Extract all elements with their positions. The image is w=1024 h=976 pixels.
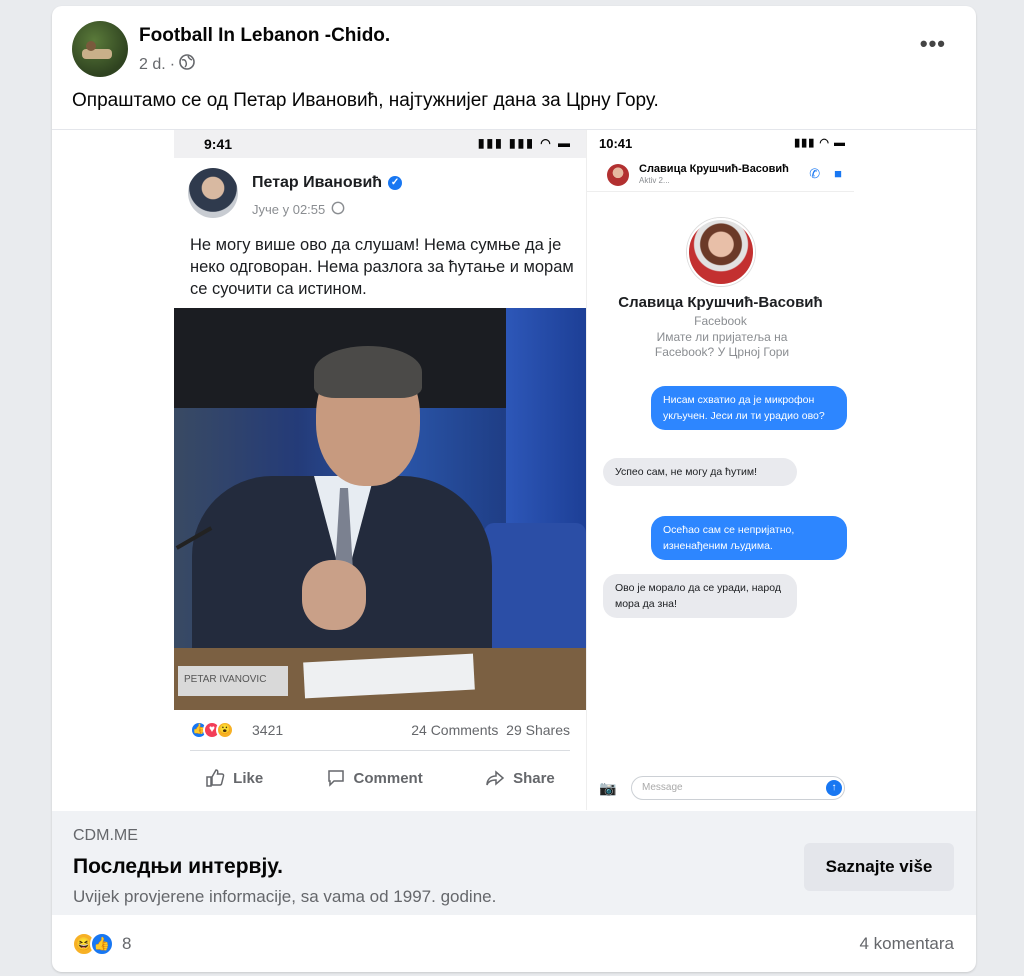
reaction-count: 8 bbox=[122, 934, 132, 953]
thumbs-up-icon bbox=[206, 769, 225, 787]
globe-icon bbox=[331, 201, 345, 218]
gesturing-hand bbox=[302, 560, 366, 630]
fake-messenger-screenshot: 10:41 ▮▮▮ ◠ ▬ Славица Крушчић-Васовић Ak… bbox=[586, 130, 854, 810]
message-bubble-out: Нисам схватио да је микрофон укључен. Је… bbox=[651, 386, 847, 430]
contact-name: Славица Крушчић-Васовић bbox=[639, 163, 789, 175]
embedded-reaction-count: 3421 bbox=[252, 722, 284, 738]
hair bbox=[314, 346, 422, 398]
comment-icon bbox=[327, 770, 344, 787]
embedded-like-action: Like bbox=[205, 768, 263, 788]
post-image[interactable]: 9:41 ▮▮▮ ▮▮▮ ◠ ▬ Петар Ивановић ✓ Јуче у… bbox=[52, 129, 976, 811]
avatar-figure-head bbox=[86, 41, 96, 51]
profile-sub: Facebook bbox=[694, 314, 747, 328]
phone-icon: ✆ bbox=[809, 166, 821, 181]
link-title[interactable]: Последњи интервју. bbox=[73, 855, 283, 879]
learn-more-button[interactable]: Saznajte više bbox=[804, 843, 954, 891]
link-preview[interactable]: CDM.ME Последњи интервју. Uvijek provjer… bbox=[52, 811, 976, 915]
embedded-post-text: Не могу више ово да слушам! Нема сумње д… bbox=[190, 236, 574, 298]
embedded-comments-shares: 24 Comments 29 Shares bbox=[411, 722, 570, 738]
comments-count-link[interactable]: 4 komentara bbox=[860, 934, 955, 954]
share-label: Share bbox=[513, 769, 555, 787]
verified-badge-icon: ✓ bbox=[388, 176, 403, 190]
author-name: Петар Ивановић bbox=[252, 174, 383, 191]
status-time: 10:41 bbox=[599, 136, 633, 151]
divider bbox=[190, 750, 570, 751]
embedded-post-header: Петар Ивановић ✓ Јуче у 02:55 bbox=[188, 168, 578, 228]
embedded-comment-action: Comment bbox=[326, 768, 423, 788]
like-label: Like bbox=[233, 769, 264, 787]
more-options-button[interactable]: ••• bbox=[920, 31, 946, 57]
send-icon: ↑ bbox=[826, 780, 842, 796]
fake-facebook-post-screenshot: 9:41 ▮▮▮ ▮▮▮ ◠ ▬ Петар Ивановић ✓ Јуче у… bbox=[174, 130, 586, 810]
signal-icons: ▮▮▮ ◠ ▬ bbox=[794, 137, 846, 149]
message-bar: 📷 Message ↑ bbox=[587, 772, 854, 806]
camera-icon: 📷 bbox=[599, 780, 617, 796]
embedded-share-action: Share bbox=[485, 768, 555, 788]
post-time[interactable]: 2 d. bbox=[139, 56, 166, 74]
author-avatar bbox=[188, 168, 238, 218]
embedded-action-bar: Like Comment Share bbox=[174, 758, 586, 798]
reaction-summary[interactable]: 😆 👍 8 bbox=[72, 932, 131, 956]
page-name[interactable]: Football In Lebanon -Chido. bbox=[139, 25, 390, 47]
post-meta: 2 d. · bbox=[139, 54, 195, 75]
embedded-comments-count: 24 Comments bbox=[411, 722, 499, 738]
message-bubble-in: Ово је морало да се уради, народ мора да… bbox=[603, 574, 797, 618]
signal-icons: ▮▮▮ ▮▮▮ ◠ ▬ bbox=[477, 136, 572, 150]
link-description: Uvijek provjerene informacije, sa vama o… bbox=[73, 887, 497, 906]
link-domain: CDM.ME bbox=[73, 827, 138, 844]
blue-chair bbox=[484, 523, 586, 663]
nameplate: PETAR IVANOVIC bbox=[178, 666, 288, 696]
message-bubble-in: Успео сам, не могу да ћутим! bbox=[603, 458, 797, 486]
status-time: 9:41 bbox=[204, 136, 233, 152]
messenger-header: Славица Крушчић-Васовић Aktiv 2... ✆ ■ bbox=[587, 156, 854, 192]
globe-icon bbox=[179, 54, 195, 75]
contact-avatar bbox=[607, 164, 629, 186]
share-icon bbox=[486, 770, 505, 786]
post-footer: 😆 👍 8 4 komentara bbox=[52, 916, 976, 972]
message-bubble-out: Осећао сам се непријатно, изненађеним љу… bbox=[651, 516, 847, 560]
wow-reaction-icon: 😮 bbox=[216, 721, 234, 739]
call-icons: ✆ ■ bbox=[809, 166, 842, 182]
author-name-row: Петар Ивановић ✓ bbox=[252, 174, 403, 192]
post-card: Football In Lebanon -Chido. 2 d. · ••• О… bbox=[52, 6, 976, 972]
post-header: Football In Lebanon -Chido. 2 d. · ••• bbox=[72, 21, 956, 77]
phone-status-bar: 9:41 ▮▮▮ ▮▮▮ ◠ ▬ bbox=[174, 130, 586, 158]
contact-status: Aktiv 2... bbox=[639, 176, 670, 185]
reaction-icons: 👍 ♥ 😮 bbox=[190, 721, 234, 739]
meta-separator: · bbox=[169, 55, 176, 73]
comment-label: Comment bbox=[353, 769, 423, 787]
post-caption: Опраштамо се од Петар Ивановић, најтужни… bbox=[72, 90, 659, 111]
embedded-reactions-row: 👍 ♥ 😮 3421 24 Comments 29 Shares bbox=[190, 720, 570, 744]
embedded-post-date: Јуче у 02:55 bbox=[252, 202, 326, 217]
politician-photo: PETAR IVANOVIC bbox=[174, 308, 586, 710]
page-avatar[interactable] bbox=[72, 21, 128, 77]
embedded-post-date-row: Јуче у 02:55 bbox=[252, 201, 345, 218]
message-input: Message bbox=[631, 776, 845, 800]
profile-name: Славица Крушчић-Васовић bbox=[618, 294, 823, 311]
embedded-shares-count: 29 Shares bbox=[506, 722, 570, 738]
phone-status-bar: 10:41 ▮▮▮ ◠ ▬ bbox=[587, 130, 854, 156]
like-reaction-icon: 👍 bbox=[90, 932, 114, 956]
profile-question: Имате ли пријатеља на Facebook? У Црној … bbox=[654, 330, 790, 359]
avatar-figure bbox=[82, 49, 112, 59]
profile-avatar bbox=[687, 218, 755, 286]
video-icon: ■ bbox=[834, 166, 842, 181]
